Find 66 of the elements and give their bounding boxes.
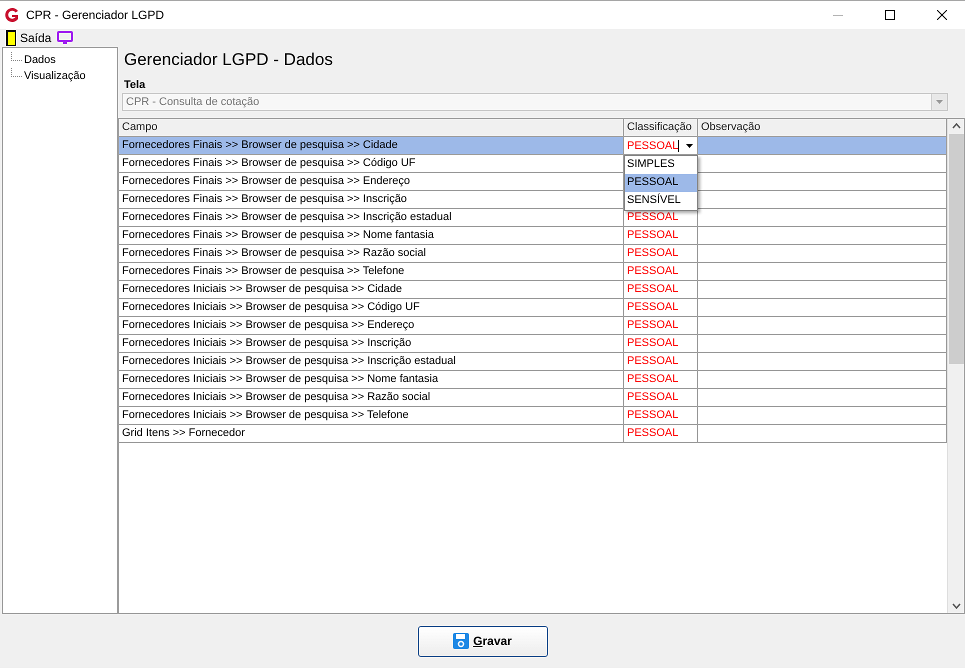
tree-connector-icon	[11, 52, 22, 61]
table-row[interactable]: Fornecedores Iniciais >> Browser de pesquisa >> Cidade PESSOAL	[119, 281, 947, 299]
classification-cell: PESSOAL	[624, 425, 698, 443]
dropdown-option[interactable]: SENSÍVEL	[625, 192, 697, 210]
app-logo-icon	[4, 7, 20, 23]
table-cell: Fornecedores Iniciais >> Browser de pesquisa >> Inscrição	[119, 335, 624, 353]
table-cell: Fornecedores Finais >> Browser de pesquisa >> Telefone	[119, 263, 624, 281]
caret-icon	[936, 100, 943, 104]
window-title: CPR - Gerenciador LGPD	[26, 8, 166, 22]
classification-cell: PESSOAL	[624, 317, 698, 335]
table-row[interactable]: Fornecedores Finais >> Browser de pesquisa >> Cidade PESSOAL	[119, 137, 947, 155]
classification-cell: PESSOAL	[624, 389, 698, 407]
table-row[interactable]: Fornecedores Iniciais >> Browser de pesquisa >> Inscrição estadual PESSOAL	[119, 353, 947, 371]
table-cell: Fornecedores Iniciais >> Browser de pesquisa >> Razão social	[119, 389, 624, 407]
save-button[interactable]: Gravar	[418, 626, 548, 656]
table-row[interactable]: Fornecedores Iniciais >> Browser de pesquisa >> Razão social PESSOAL	[119, 389, 947, 407]
table-cell: Fornecedores Iniciais >> Browser de pesquisa >> Nome fantasia	[119, 371, 624, 389]
minimize-icon	[833, 14, 843, 16]
classification-cell: PESSOAL	[624, 371, 698, 389]
classification-cell: PESSOAL	[624, 407, 698, 425]
table-cell: Fornecedores Finais >> Browser de pesquisa >> Endereço	[119, 173, 624, 191]
table-row[interactable]: Grid Itens >> Fornecedor PESSOAL	[119, 425, 947, 443]
classification-cell: PESSOAL	[624, 335, 698, 353]
table-row[interactable]: Fornecedores Iniciais >> Browser de pesquisa >> Inscrição PESSOAL	[119, 335, 947, 353]
table-row[interactable]: Fornecedores Iniciais >> Browser de pesquisa >> Telefone PESSOAL	[119, 407, 947, 425]
classification-cell: PESSOAL	[624, 299, 698, 317]
table-row[interactable]: Fornecedores Finais >> Browser de pesquisa >> Razão social PESSOAL	[119, 245, 947, 263]
classification-editor[interactable]: PESSOAL	[624, 137, 698, 155]
table-cell: Fornecedores Iniciais >> Browser de pesquisa >> Telefone	[119, 407, 624, 425]
column-header[interactable]: Classificação	[624, 119, 698, 137]
exit-menu-item[interactable]: Saída	[4, 30, 54, 46]
classification-cell: PESSOAL	[624, 263, 698, 281]
table-cell: Fornecedores Finais >> Browser de pesquisa >> Inscrição estadual	[119, 209, 624, 227]
maximize-icon	[885, 10, 895, 20]
dropdown-option[interactable]: SIMPLES	[625, 156, 697, 174]
table-cell: Fornecedores Iniciais >> Browser de pesquisa >> Código UF	[119, 299, 624, 317]
table-cell: Fornecedores Finais >> Browser de pesquisa >> Código UF	[119, 155, 624, 173]
caret-icon	[686, 144, 693, 148]
column-header[interactable]: Observação	[698, 119, 947, 137]
column-header[interactable]: Campo	[119, 119, 624, 137]
table-cell: Fornecedores Finais >> Browser de pesquisa >> Nome fantasia	[119, 227, 624, 245]
table-cell: Fornecedores Iniciais >> Browser de pesquisa >> Inscrição estadual	[119, 353, 624, 371]
close-icon	[937, 10, 947, 20]
monitor-icon[interactable]	[57, 31, 74, 45]
table-cell: Grid Itens >> Fornecedor	[119, 425, 624, 443]
table-cell: Fornecedores Finais >> Browser de pesquisa >> Cidade	[119, 137, 624, 155]
table-row[interactable]: Fornecedores Iniciais >> Browser de pesquisa >> Endereço PESSOAL	[119, 317, 947, 335]
dropdown-option[interactable]: PESSOAL	[625, 174, 697, 192]
tree-connector-icon	[11, 68, 22, 77]
classification-cell: PESSOAL	[624, 227, 698, 245]
door-icon	[6, 30, 16, 46]
table-row[interactable]: Fornecedores Iniciais >> Browser de pesquisa >> Código UF PESSOAL	[119, 299, 947, 317]
classification-cell: PESSOAL	[624, 245, 698, 263]
table-cell: Fornecedores Iniciais >> Browser de pesquisa >> Cidade	[119, 281, 624, 299]
tree-item[interactable]: Dados	[23, 54, 57, 66]
table-cell: Fornecedores Iniciais >> Browser de pesquisa >> Endereço	[119, 317, 624, 335]
table-row[interactable]: Fornecedores Iniciais >> Browser de pesquisa >> Nome fantasia PESSOAL	[119, 371, 947, 389]
table-cell: Fornecedores Finais >> Browser de pesquisa >> Razão social	[119, 245, 624, 263]
classification-cell: PESSOAL	[624, 281, 698, 299]
table-row[interactable]: Fornecedores Finais >> Browser de pesquisa >> Telefone PESSOAL	[119, 263, 947, 281]
tree-item[interactable]: Visualização	[23, 70, 87, 82]
table-row[interactable]: Fornecedores Finais >> Browser de pesquisa >> Nome fantasia PESSOAL	[119, 227, 947, 245]
classification-cell: PESSOAL	[624, 353, 698, 371]
field-label: Tela	[124, 79, 146, 91]
page-heading: Gerenciador LGPD - Dados	[124, 49, 334, 71]
table-cell: Fornecedores Finais >> Browser de pesquisa >> Inscrição	[119, 191, 624, 209]
